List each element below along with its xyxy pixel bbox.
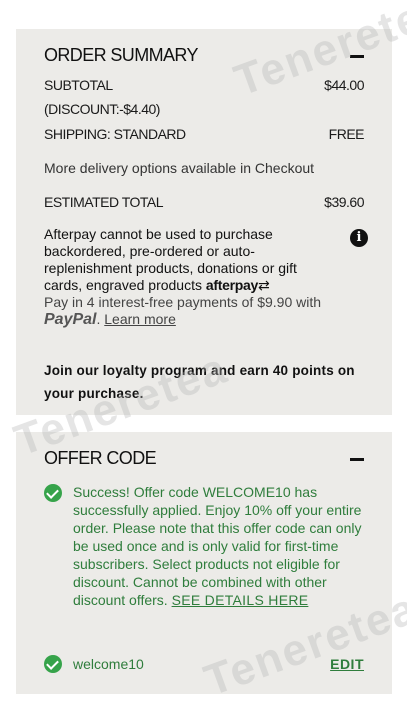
order-summary-title: ORDER SUMMARY — [44, 45, 198, 65]
afterpay-arrows-icon: ⇄ — [257, 277, 270, 293]
total-row: ESTIMATED TOTAL $39.60 — [44, 194, 364, 210]
afterpay-text: Afterpay cannot be used to purchase back… — [44, 226, 297, 293]
check-circle-icon — [44, 484, 62, 502]
success-text: Success! Offer code WELCOME10 has succes… — [73, 484, 362, 608]
shipping-label: SHIPPING: STANDARD — [44, 126, 186, 142]
applied-code-row: welcome10 EDIT — [44, 654, 364, 673]
offer-code-panel: OFFER CODE Success! Offer code WELCOME10… — [16, 432, 392, 694]
shipping-row: SHIPPING: STANDARD FREE — [44, 126, 365, 142]
edit-code-link[interactable]: EDIT — [330, 656, 364, 672]
subtotal-label: SUBTOTAL — [44, 77, 113, 93]
order-summary-panel: ORDER SUMMARY SUBTOTAL $44.00 (DISCOUNT:… — [16, 29, 392, 415]
minus-icon[interactable] — [350, 452, 364, 466]
afterpay-logo: afterpay — [205, 277, 258, 293]
subtotal-value: $44.00 — [324, 77, 364, 93]
total-value: $39.60 — [324, 194, 364, 210]
learn-more-link[interactable]: Learn more — [104, 311, 176, 327]
loyalty-message: Join our loyalty program and earn 40 poi… — [44, 363, 355, 401]
offer-code-header[interactable]: OFFER CODE — [44, 448, 364, 469]
applied-code: welcome10 — [73, 655, 144, 672]
total-label: ESTIMATED TOTAL — [44, 194, 164, 210]
subtotal-row: SUBTOTAL $44.00 — [44, 77, 364, 93]
offer-code-title: OFFER CODE — [44, 448, 157, 468]
paypal-text: Pay in 4 interest-free payments of $9.90… — [44, 294, 322, 310]
check-circle-icon — [44, 655, 62, 673]
paypal-logo: PayPal — [44, 311, 97, 328]
info-icon[interactable]: i — [350, 229, 368, 247]
success-message: Success! Offer code WELCOME10 has succes… — [44, 483, 366, 609]
discount-row: (DISCOUNT:-$4.40) — [44, 101, 364, 117]
paypal-line: Pay in 4 interest-free payments of $9.90… — [44, 294, 322, 328]
discount-label: (DISCOUNT:-$4.40) — [44, 101, 160, 117]
afterpay-block: Afterpay cannot be used to purchase back… — [44, 226, 368, 328]
delivery-note: More delivery options available in Check… — [44, 160, 315, 176]
see-details-link[interactable]: SEE DETAILS HERE — [172, 591, 309, 609]
order-summary-header[interactable]: ORDER SUMMARY — [44, 45, 364, 66]
shipping-value: FREE — [328, 126, 365, 142]
minus-icon[interactable] — [350, 49, 364, 63]
